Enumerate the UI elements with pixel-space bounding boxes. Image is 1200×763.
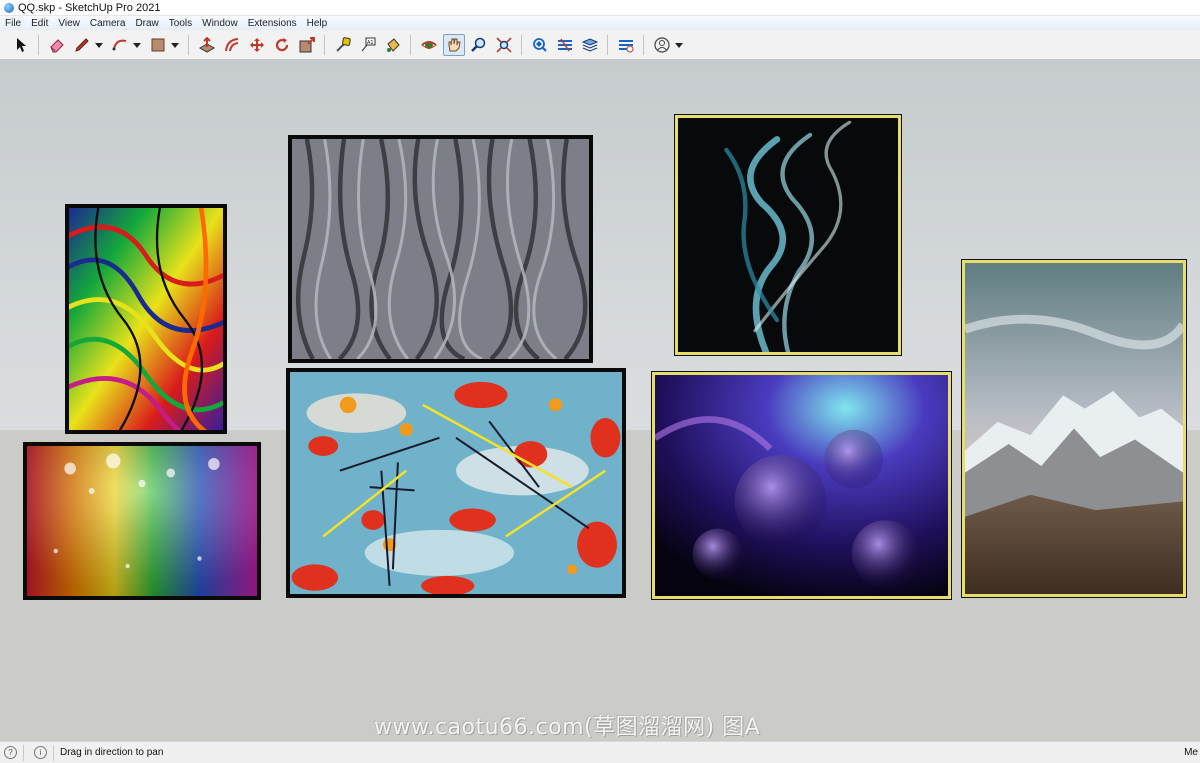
toolbar-separator xyxy=(521,35,522,55)
rectangle-icon xyxy=(151,38,164,52)
frame-abstract-paint[interactable] xyxy=(286,368,626,598)
paint-bucket-icon xyxy=(386,38,400,52)
tree-bark-image xyxy=(292,138,589,362)
hand-icon xyxy=(448,38,461,52)
zoom-tool[interactable] xyxy=(468,34,490,56)
abstract-paint-image xyxy=(290,372,622,596)
menu-file[interactable]: File xyxy=(5,18,21,29)
frame-snowy-mountain[interactable] xyxy=(962,260,1187,597)
sketchup-app-icon xyxy=(4,2,14,13)
extension-warehouse-tool[interactable] xyxy=(554,34,576,56)
purple-bubbles-image xyxy=(653,375,948,596)
text-icon: A1 xyxy=(361,37,375,52)
toolbar-separator xyxy=(38,35,39,55)
rotate-icon xyxy=(275,38,288,52)
frame-rainbow-glitter[interactable] xyxy=(23,442,261,600)
menu-help[interactable]: Help xyxy=(307,18,328,29)
user-circle-icon xyxy=(653,37,670,53)
frame-psychedelic-swirls[interactable] xyxy=(60,199,233,446)
push-pull-icon xyxy=(198,37,215,53)
magnifier-icon xyxy=(470,37,485,52)
toolbar-separator xyxy=(643,35,644,55)
arc-tool-dropdown-icon[interactable] xyxy=(133,42,141,48)
orbit-tool[interactable] xyxy=(418,34,440,56)
geo-location-icon[interactable]: ? xyxy=(4,746,17,759)
svg-text:A1: A1 xyxy=(367,40,374,46)
title-bar: QQ.skp - SketchUp Pro 2021 xyxy=(0,0,1200,16)
info-icon[interactable]: i xyxy=(34,746,47,759)
push-pull-tool[interactable] xyxy=(196,34,218,56)
text-tool[interactable]: A1 xyxy=(357,34,379,56)
pencil-icon xyxy=(74,38,89,52)
psychedelic-swirls-image xyxy=(60,199,233,446)
snowy-mountain-image xyxy=(963,263,1187,594)
line-tool[interactable] xyxy=(71,34,93,56)
menu-draw[interactable]: Draw xyxy=(135,18,158,29)
rectangle-tool[interactable] xyxy=(147,34,169,56)
tape-measure-icon xyxy=(335,37,351,52)
account-tool[interactable] xyxy=(651,34,673,56)
status-separator xyxy=(23,744,24,761)
watermark-text: www.caotu66.com(草图溜溜网) 图A xyxy=(374,715,761,740)
main-toolbar: A1 xyxy=(0,31,1200,60)
move-icon xyxy=(249,38,264,52)
move-tool[interactable] xyxy=(246,34,268,56)
rectangle-tool-dropdown-icon[interactable] xyxy=(171,42,179,48)
arc-tool[interactable] xyxy=(109,34,131,56)
pan-tool[interactable] xyxy=(442,34,465,56)
toolbar-separator xyxy=(410,35,411,55)
menu-bar: File Edit View Camera Draw Tools Window … xyxy=(0,16,1200,30)
eraser-icon xyxy=(49,39,64,53)
arc-icon xyxy=(112,39,126,51)
frame-smoke[interactable] xyxy=(675,115,901,356)
menu-tools[interactable]: Tools xyxy=(169,18,192,29)
model-viewport[interactable]: www.caotu66.com(草图溜溜网) 图A xyxy=(0,60,1200,741)
rotate-tool[interactable] xyxy=(271,34,293,56)
rainbow-glitter-image xyxy=(27,446,257,596)
status-bar: ? i Drag in direction to pan Me xyxy=(0,741,1200,763)
warehouse-icon xyxy=(532,38,547,52)
menu-view[interactable]: View xyxy=(58,18,80,29)
extension-manager-tool[interactable] xyxy=(615,34,637,56)
tape-measure-tool[interactable] xyxy=(332,34,354,56)
window-title: QQ.skp - SketchUp Pro 2021 xyxy=(18,1,161,14)
account-dropdown-icon[interactable] xyxy=(675,42,683,48)
warehouse-tool[interactable] xyxy=(529,34,551,56)
frame-tree-bark[interactable] xyxy=(288,135,593,363)
offset-icon xyxy=(224,38,238,52)
paint-bucket-tool[interactable] xyxy=(382,34,404,56)
menu-window[interactable]: Window xyxy=(202,18,238,29)
menu-extensions[interactable]: Extensions xyxy=(248,18,297,29)
orbit-icon xyxy=(420,41,437,49)
menu-camera[interactable]: Camera xyxy=(90,18,126,29)
frame-purple-bubbles[interactable] xyxy=(652,372,951,599)
extension-warehouse-icon xyxy=(557,38,572,52)
offset-tool[interactable] xyxy=(221,34,243,56)
menu-edit[interactable]: Edit xyxy=(31,18,48,29)
smoke-image xyxy=(678,118,898,356)
toolbar-separator xyxy=(188,35,189,55)
measurements-label: Me xyxy=(1184,747,1198,758)
layers-icon xyxy=(581,38,598,52)
zoom-extents-tool[interactable] xyxy=(493,34,515,56)
scale-icon xyxy=(299,37,315,53)
toolbar-separator xyxy=(607,35,608,55)
scale-tool[interactable] xyxy=(296,34,318,56)
line-tool-dropdown-icon[interactable] xyxy=(95,42,103,48)
layout-tool[interactable] xyxy=(579,34,601,56)
toolbar-separator xyxy=(324,35,325,55)
status-separator xyxy=(53,744,54,761)
extension-manager-icon xyxy=(618,40,633,53)
arrow-cursor-icon xyxy=(16,38,26,52)
select-tool[interactable] xyxy=(10,34,32,56)
zoom-extents-icon xyxy=(495,37,512,53)
status-hint: Drag in direction to pan xyxy=(60,747,164,758)
eraser-tool[interactable] xyxy=(46,34,68,56)
